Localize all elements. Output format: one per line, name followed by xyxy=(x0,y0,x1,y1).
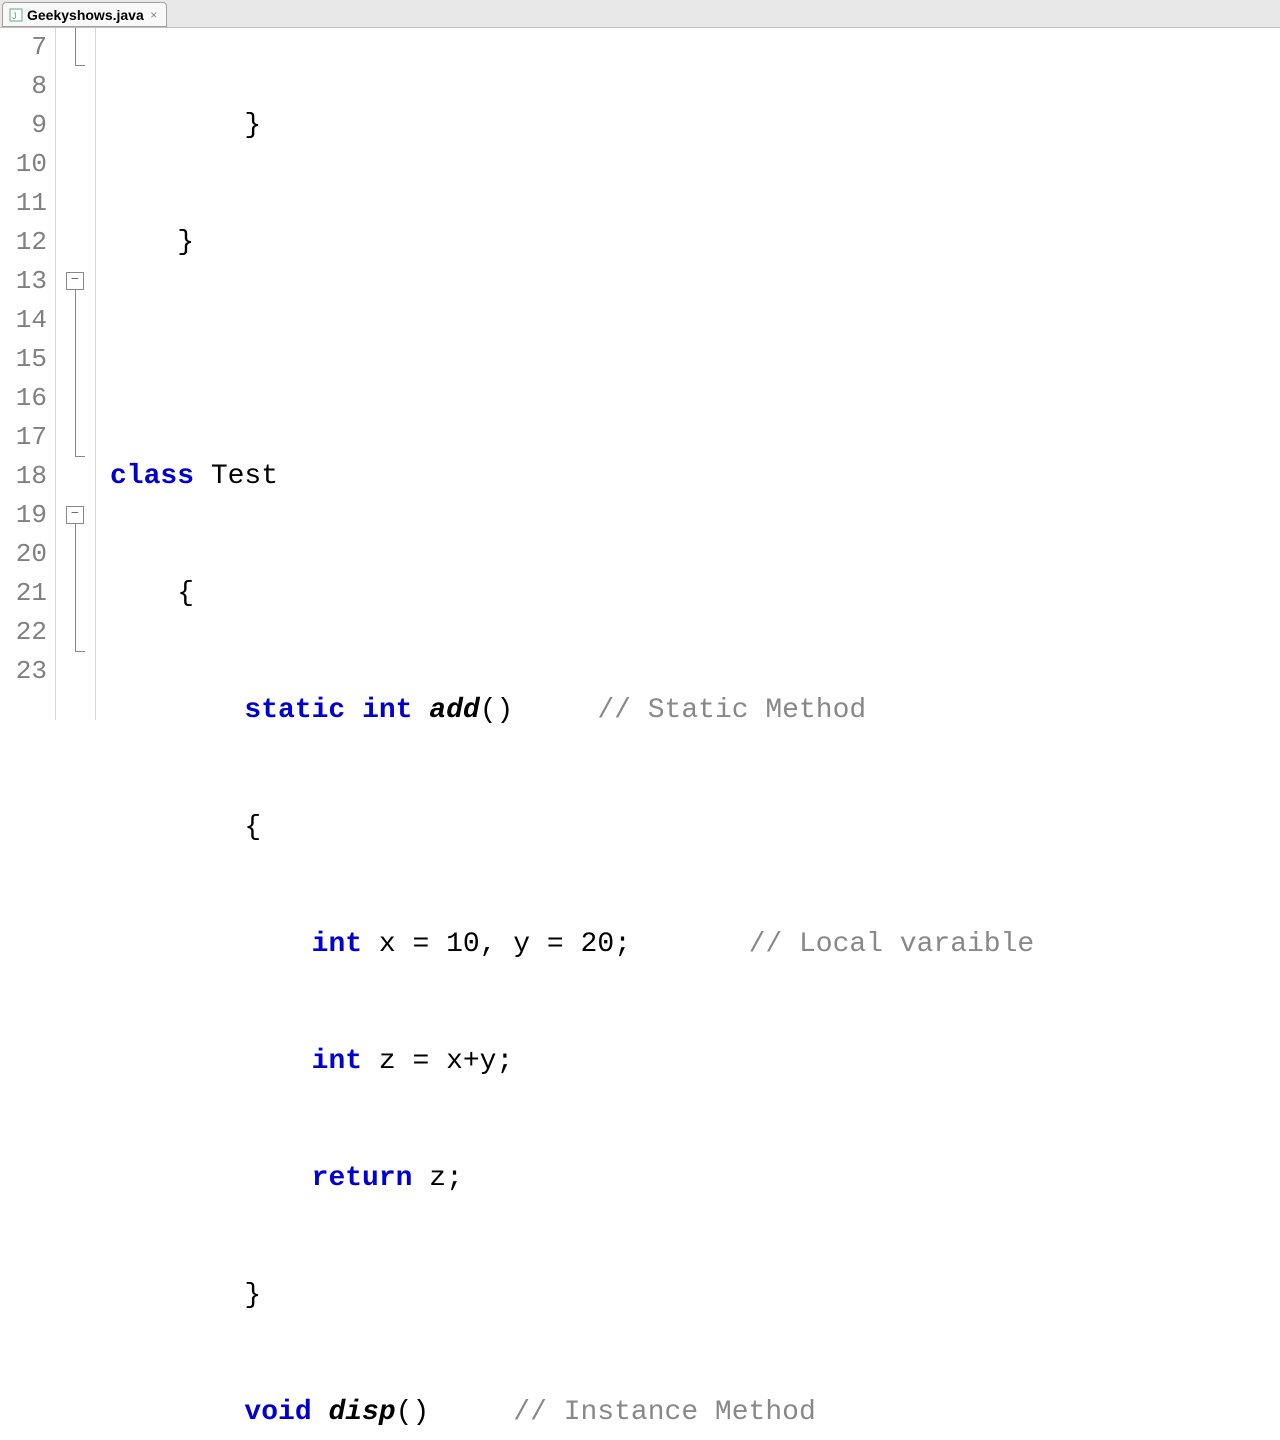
fold-toggle-icon[interactable]: − xyxy=(66,506,84,524)
code-area[interactable]: } } class Test { static int add() // Sta… xyxy=(96,28,1280,720)
code-line: int x = 10, y = 20; // Local varaible xyxy=(96,925,1280,964)
line-number: 19 xyxy=(0,496,47,535)
line-number: 17 xyxy=(0,418,47,457)
line-number: 8 xyxy=(0,67,47,106)
code-line: { xyxy=(96,574,1280,613)
line-number-gutter: 7 8 9 10 11 12 13 14 15 16 17 18 19 20 2… xyxy=(0,28,56,720)
line-number: 13 xyxy=(0,262,47,301)
code-line: void disp() // Instance Method xyxy=(96,1393,1280,1432)
line-number: 12 xyxy=(0,223,47,262)
tab-bar: J Geekyshows.java × xyxy=(0,0,1280,28)
line-number: 16 xyxy=(0,379,47,418)
line-number: 14 xyxy=(0,301,47,340)
fold-toggle-icon[interactable]: − xyxy=(66,272,84,290)
svg-text:J: J xyxy=(12,11,17,21)
code-editor[interactable]: 7 8 9 10 11 12 13 14 15 16 17 18 19 20 2… xyxy=(0,28,1280,720)
line-number: 9 xyxy=(0,106,47,145)
tab-filename: Geekyshows.java xyxy=(27,7,144,23)
code-line xyxy=(96,340,1280,379)
line-number: 23 xyxy=(0,652,47,691)
file-tab[interactable]: J Geekyshows.java × xyxy=(2,2,167,27)
close-tab-icon[interactable]: × xyxy=(148,9,160,21)
java-file-icon: J xyxy=(9,8,23,22)
code-line: int z = x+y; xyxy=(96,1042,1280,1081)
code-line: return z; xyxy=(96,1159,1280,1198)
line-number: 18 xyxy=(0,457,47,496)
code-line: } xyxy=(96,106,1280,145)
code-line: class Test xyxy=(96,457,1280,496)
code-line: } xyxy=(96,223,1280,262)
line-number: 11 xyxy=(0,184,47,223)
line-number: 15 xyxy=(0,340,47,379)
fold-gutter: − − xyxy=(56,28,96,720)
code-line: } xyxy=(96,1276,1280,1315)
line-number: 20 xyxy=(0,535,47,574)
code-line: { xyxy=(96,808,1280,847)
line-number: 21 xyxy=(0,574,47,613)
line-number: 10 xyxy=(0,145,47,184)
line-number: 7 xyxy=(0,28,47,67)
code-line: static int add() // Static Method xyxy=(96,691,1280,730)
line-number: 22 xyxy=(0,613,47,652)
